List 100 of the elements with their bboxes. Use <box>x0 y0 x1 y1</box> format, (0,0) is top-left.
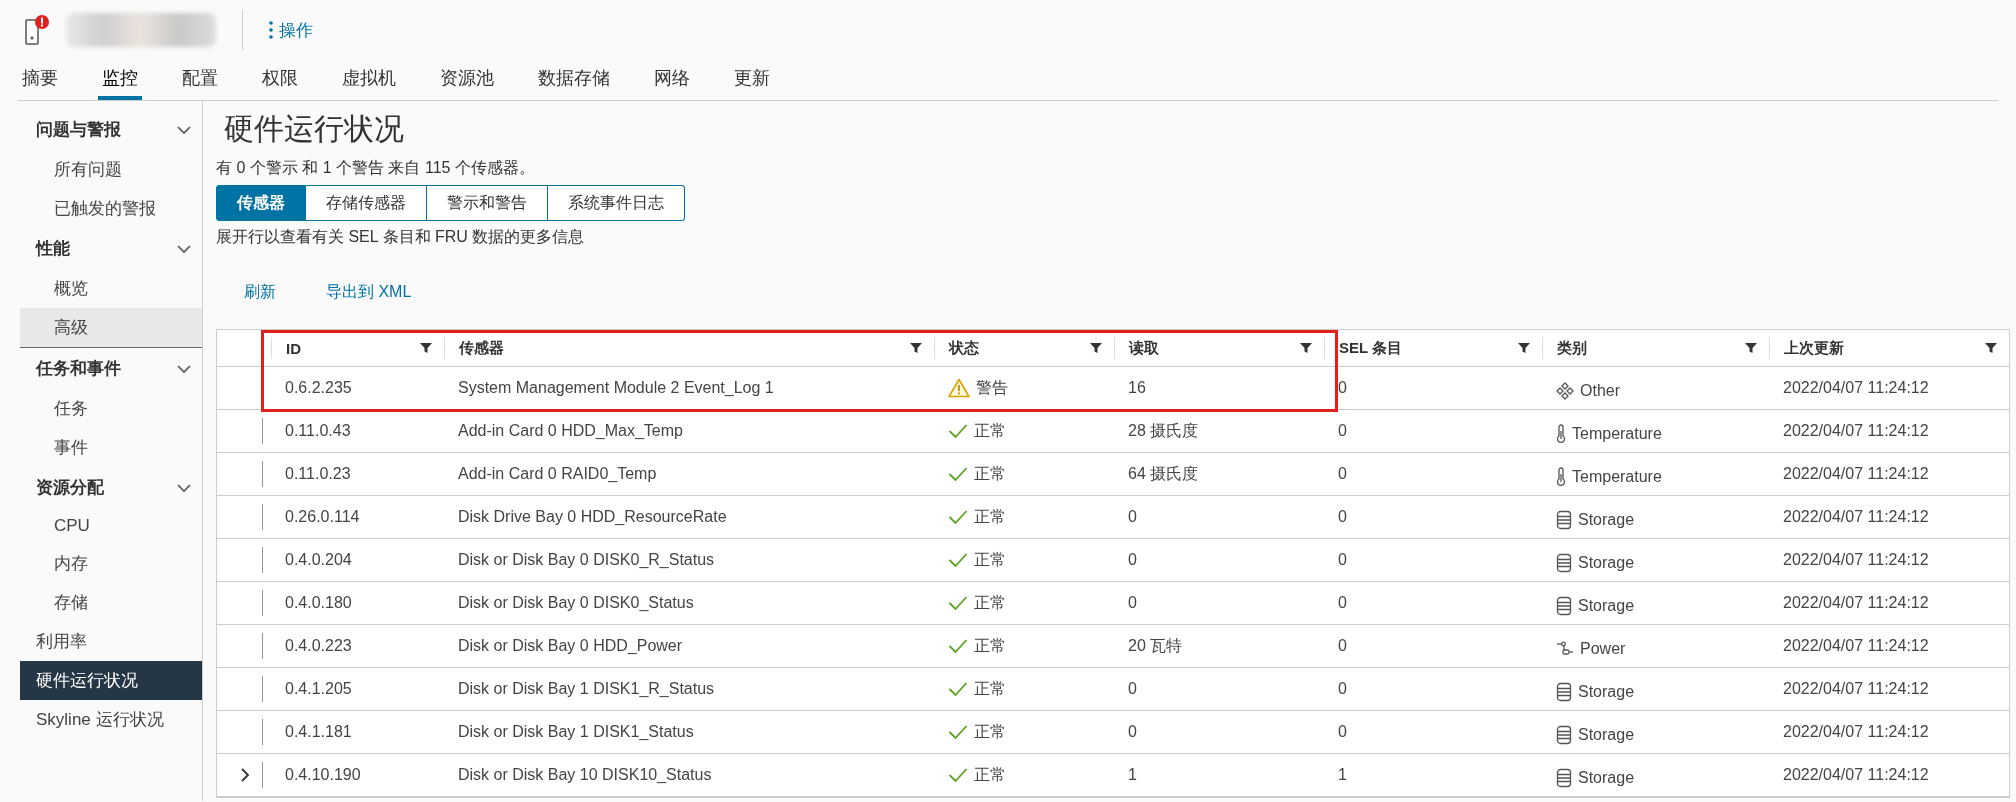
sidebar-item[interactable]: Skyline 运行状况 <box>20 700 202 739</box>
column-header[interactable]: SEL 条目 <box>1339 338 1518 358</box>
table-cell-text: Disk or Disk Bay 1 DISK1_Status <box>457 723 695 741</box>
status-text: 正常 <box>974 463 1006 484</box>
chevron-down-icon[interactable] <box>176 363 192 374</box>
sidebar-item[interactable]: 任务 <box>20 389 202 428</box>
action-link[interactable]: 刷新 <box>244 282 276 303</box>
segment-tab[interactable]: 传感器 <box>216 185 306 221</box>
check-icon <box>948 509 968 525</box>
chevron-down-icon[interactable] <box>176 124 192 135</box>
database-icon <box>1556 596 1572 616</box>
status-text: 正常 <box>974 549 1006 570</box>
nav-tab[interactable]: 虚拟机 <box>338 60 400 100</box>
category-text: Storage <box>1578 683 1635 701</box>
table-cell-text: 0 <box>1337 594 1348 612</box>
nav-tab[interactable]: 摘要 <box>18 60 62 100</box>
filter-icon[interactable] <box>1300 342 1312 354</box>
sidebar-item[interactable]: 存储 <box>20 583 202 622</box>
column-header[interactable]: 状态 <box>949 338 1090 358</box>
database-icon <box>1556 725 1572 745</box>
table-cell-text: 2022/04/07 11:24:12 <box>1782 680 1930 698</box>
table-cell-text: 0.4.0.223 <box>284 637 353 655</box>
database-icon <box>1556 682 1572 702</box>
sidebar-item[interactable]: 概览 <box>20 269 202 308</box>
table-cell-text: Add-in Card 0 RAID0_Temp <box>457 465 658 483</box>
sidebar-group[interactable]: 问题与警报 <box>36 118 121 141</box>
table-cell-text: 1 <box>1127 766 1138 784</box>
diamond-cluster-icon <box>1556 382 1574 400</box>
status-text: 正常 <box>974 592 1006 613</box>
table-cell-text: 2022/04/07 11:24:12 <box>1782 465 1930 483</box>
table-cell-text: 20 瓦特 <box>1127 635 1184 656</box>
filter-icon[interactable] <box>1745 342 1757 354</box>
table-cell-text: 0 <box>1127 680 1138 698</box>
table-cell-text: 0.4.0.180 <box>284 594 353 612</box>
nav-tab[interactable]: 监控 <box>98 60 142 100</box>
nav-tab[interactable]: 更新 <box>730 60 774 100</box>
chevron-down-icon[interactable] <box>176 482 192 493</box>
sidebar-item[interactable]: 高级 <box>20 308 202 348</box>
sidebar-group[interactable]: 性能 <box>36 237 70 260</box>
sidebar-item[interactable]: 事件 <box>20 428 202 467</box>
table-cell-text: 0 <box>1127 594 1138 612</box>
sidebar-item[interactable]: 利用率 <box>20 622 202 661</box>
table-cell-text: Disk or Disk Bay 0 DISK0_R_Status <box>457 551 716 569</box>
sidebar-item[interactable]: CPU <box>20 508 202 544</box>
sidebar-item[interactable]: 所有问题 <box>20 150 202 189</box>
chevron-down-icon[interactable] <box>176 243 192 254</box>
table-cell-text: 2022/04/07 11:24:12 <box>1782 637 1930 655</box>
segment-tab[interactable]: 系统事件日志 <box>548 185 685 221</box>
filter-icon[interactable] <box>420 342 432 354</box>
check-icon <box>948 595 968 611</box>
segment-tab[interactable]: 存储传感器 <box>306 185 427 221</box>
status-text: 正常 <box>974 635 1006 656</box>
sidebar-group[interactable]: 任务和事件 <box>36 357 121 380</box>
filter-icon[interactable] <box>910 342 922 354</box>
column-header[interactable]: 类别 <box>1557 338 1745 358</box>
table-cell-text: 0 <box>1337 465 1348 483</box>
table-cell-text: Disk or Disk Bay 10 DISK10_Status <box>457 766 713 784</box>
actions-menu-button[interactable]: 操作 <box>269 18 313 42</box>
sidebar-item[interactable]: 内存 <box>20 544 202 583</box>
table-cell-text: 2022/04/07 11:24:12 <box>1782 551 1930 569</box>
table-cell-text: 0 <box>1337 551 1348 569</box>
nav-tab[interactable]: 权限 <box>258 60 302 100</box>
filter-icon[interactable] <box>1518 342 1530 354</box>
table-cell-text: 0.11.0.43 <box>284 422 352 440</box>
column-header[interactable]: 上次更新 <box>1784 338 1985 358</box>
column-header[interactable]: 读取 <box>1129 338 1300 358</box>
column-header[interactable]: 传感器 <box>459 338 910 358</box>
table-cell-text: 0.11.0.23 <box>284 465 352 483</box>
table-cell-text: 0 <box>1337 508 1348 526</box>
check-icon <box>948 681 968 697</box>
table-cell-text: Disk or Disk Bay 1 DISK1_R_Status <box>457 680 716 698</box>
table-cell-text: Disk Drive Bay 0 HDD_ResourceRate <box>457 508 728 526</box>
table-cell-text: 2022/04/07 11:24:12 <box>1782 723 1930 741</box>
chevron-right-icon[interactable] <box>240 767 250 783</box>
table-cell-text: 28 摄氏度 <box>1127 420 1200 441</box>
segment-tab[interactable]: 警示和警告 <box>427 185 548 221</box>
table-cell-text: Add-in Card 0 HDD_Max_Temp <box>457 422 684 440</box>
sidebar-group[interactable]: 资源分配 <box>36 476 104 499</box>
column-header[interactable]: ID <box>286 339 420 357</box>
filter-icon[interactable] <box>1090 342 1102 354</box>
table-cell-text: 0 <box>1127 508 1138 526</box>
host-alert-icon <box>24 14 52 46</box>
action-link[interactable]: 导出到 XML <box>326 282 412 303</box>
table-cell-text: 16 <box>1127 379 1147 397</box>
status-text: 正常 <box>974 506 1006 527</box>
table-cell-text: System Management Module 2 Event_Log 1 <box>457 379 775 397</box>
sidebar-item[interactable]: 硬件运行状况 <box>20 661 202 700</box>
table-cell-text: 0 <box>1337 680 1348 698</box>
nav-tab[interactable]: 数据存储 <box>534 60 614 100</box>
table-cell-text: 0 <box>1337 379 1348 397</box>
nav-tab[interactable]: 配置 <box>178 60 222 100</box>
filter-icon[interactable] <box>1985 342 1997 354</box>
table-cell-text: 0.4.1.181 <box>284 723 353 741</box>
sidebar-item[interactable]: 已触发的警报 <box>20 189 202 228</box>
table-cell-text: Disk or Disk Bay 0 HDD_Power <box>457 637 684 655</box>
nav-tab[interactable]: 资源池 <box>436 60 498 100</box>
table-cell-text: 0 <box>1337 723 1348 741</box>
nav-tab[interactable]: 网络 <box>650 60 694 100</box>
table-cell-text: 0 <box>1127 723 1138 741</box>
category-text: Temperature <box>1572 468 1662 486</box>
